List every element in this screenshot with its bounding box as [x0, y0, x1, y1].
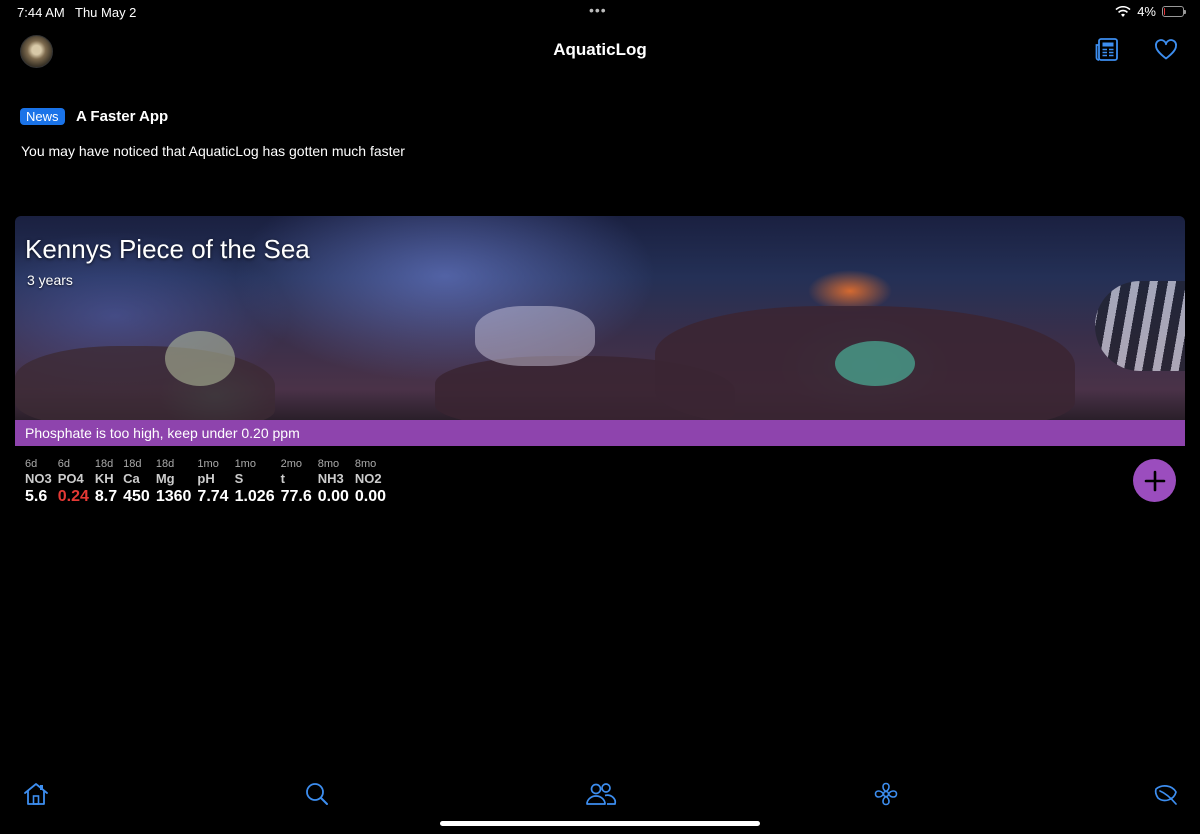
- community-icon: [586, 783, 617, 805]
- status-bar: 7:44 AM Thu May 2 ••• 4%: [0, 0, 1200, 24]
- parameter-po4[interactable]: 6d PO4 0.24: [58, 457, 89, 506]
- parameter-age: 8mo: [317, 458, 340, 470]
- parameter-value: 0.00: [317, 488, 349, 505]
- wifi-icon: [1115, 5, 1131, 17]
- parameter-name: t: [280, 471, 285, 486]
- coral-shape: [475, 306, 595, 366]
- status-right: 4%: [1115, 4, 1186, 19]
- tank-age: 3 years: [27, 272, 73, 288]
- home-indicator[interactable]: [440, 821, 760, 826]
- parameter-age: 18d: [155, 458, 175, 470]
- plus-icon: [1144, 470, 1165, 491]
- search-icon: [306, 783, 328, 805]
- parameter-ca[interactable]: 18d Ca 450: [123, 457, 150, 506]
- parameter-t[interactable]: 2mo t 77.6: [281, 457, 312, 506]
- newspaper-icon[interactable]: [1094, 37, 1120, 63]
- parameter-name: KH: [94, 471, 114, 486]
- parameter-value: 77.6: [280, 488, 312, 505]
- tab-bar: [0, 776, 1200, 816]
- parameter-age: 8mo: [354, 458, 377, 470]
- parameter-list: 6d NO3 5.6 6d PO4 0.24 18d KH 8.7 18d Ca 450 18d Mg 13…: [25, 457, 392, 506]
- tab-search[interactable]: [303, 780, 331, 808]
- tank-photo: Kennys Piece of the Sea 3 years: [15, 216, 1185, 426]
- parameter-mg[interactable]: 18d Mg 1360: [156, 457, 192, 506]
- multitasking-dots-icon[interactable]: •••: [589, 2, 607, 18]
- rock-shape: [15, 346, 275, 426]
- parameter-name: Mg: [155, 471, 175, 486]
- parameter-nh3[interactable]: 8mo NH3 0.00: [318, 457, 349, 506]
- page-title: AquaticLog: [553, 40, 647, 59]
- parameter-name: Ca: [123, 471, 140, 486]
- parameter-name: S: [234, 471, 244, 486]
- status-date: Thu May 2: [75, 5, 137, 20]
- heart-icon[interactable]: [1153, 37, 1179, 63]
- parameter-value: 7.74: [197, 488, 229, 505]
- parameter-age: 18d: [123, 458, 142, 470]
- battery-percent: 4%: [1137, 4, 1156, 19]
- parameter-value: 0.24: [57, 488, 89, 505]
- battery-fill: [1164, 8, 1165, 15]
- status-time: 7:44 AM: [17, 5, 65, 20]
- battery-icon: [1162, 6, 1186, 17]
- parameter-no2[interactable]: 8mo NO2 0.00: [355, 457, 386, 506]
- parameter-name: pH: [197, 471, 215, 486]
- parameter-value: 5.6: [25, 488, 48, 505]
- parameter-no3[interactable]: 6d NO3 5.6: [25, 457, 52, 506]
- parameter-age: 6d: [25, 458, 38, 470]
- parameter-age: 1mo: [197, 458, 219, 470]
- tank-name: Kennys Piece of the Sea: [25, 234, 310, 264]
- nav-bar: AquaticLog: [0, 30, 1200, 70]
- tab-livestock[interactable]: [1152, 780, 1180, 808]
- parameter-age: 6d: [57, 458, 70, 470]
- parameter-ph[interactable]: 1mo pH 7.74: [197, 457, 228, 506]
- fan-icon: [874, 782, 898, 806]
- tab-equipment[interactable]: [872, 780, 900, 808]
- coral-shape: [165, 331, 235, 386]
- parameter-value: 1360: [155, 488, 192, 505]
- news-title: A Faster App: [75, 108, 169, 126]
- parameter-name: NH3: [317, 471, 344, 486]
- tab-community[interactable]: [584, 780, 618, 808]
- home-icon: [24, 783, 48, 805]
- parameter-age: 18d: [94, 458, 114, 470]
- leaf-icon: [1154, 785, 1177, 805]
- coral-shape: [835, 341, 915, 386]
- add-button[interactable]: [1133, 459, 1176, 502]
- parameter-name: NO2: [354, 471, 382, 486]
- alert-bar[interactable]: Phosphate is too high, keep under 0.20 p…: [15, 420, 1185, 446]
- parameter-s[interactable]: 1mo S 1.026: [235, 457, 275, 506]
- tab-home[interactable]: [22, 780, 50, 808]
- tank-card[interactable]: Kennys Piece of the Sea 3 years Phosphat…: [15, 216, 1185, 447]
- news-badge: News: [20, 108, 65, 126]
- parameter-value: 0.00: [354, 488, 387, 505]
- parameter-value: 450: [123, 488, 150, 505]
- news-header[interactable]: News A Faster App: [20, 108, 168, 126]
- parameter-value: 1.026: [234, 488, 275, 505]
- news-body: You may have noticed that AquaticLog has…: [21, 143, 405, 159]
- parameter-name: PO4: [57, 471, 84, 486]
- fish-shape: [1095, 281, 1185, 371]
- parameter-age: 1mo: [234, 458, 256, 470]
- parameter-age: 2mo: [280, 458, 303, 470]
- parameter-kh[interactable]: 18d KH 8.7: [95, 457, 117, 506]
- parameter-name: NO3: [25, 471, 52, 486]
- parameter-value: 8.7: [94, 488, 118, 505]
